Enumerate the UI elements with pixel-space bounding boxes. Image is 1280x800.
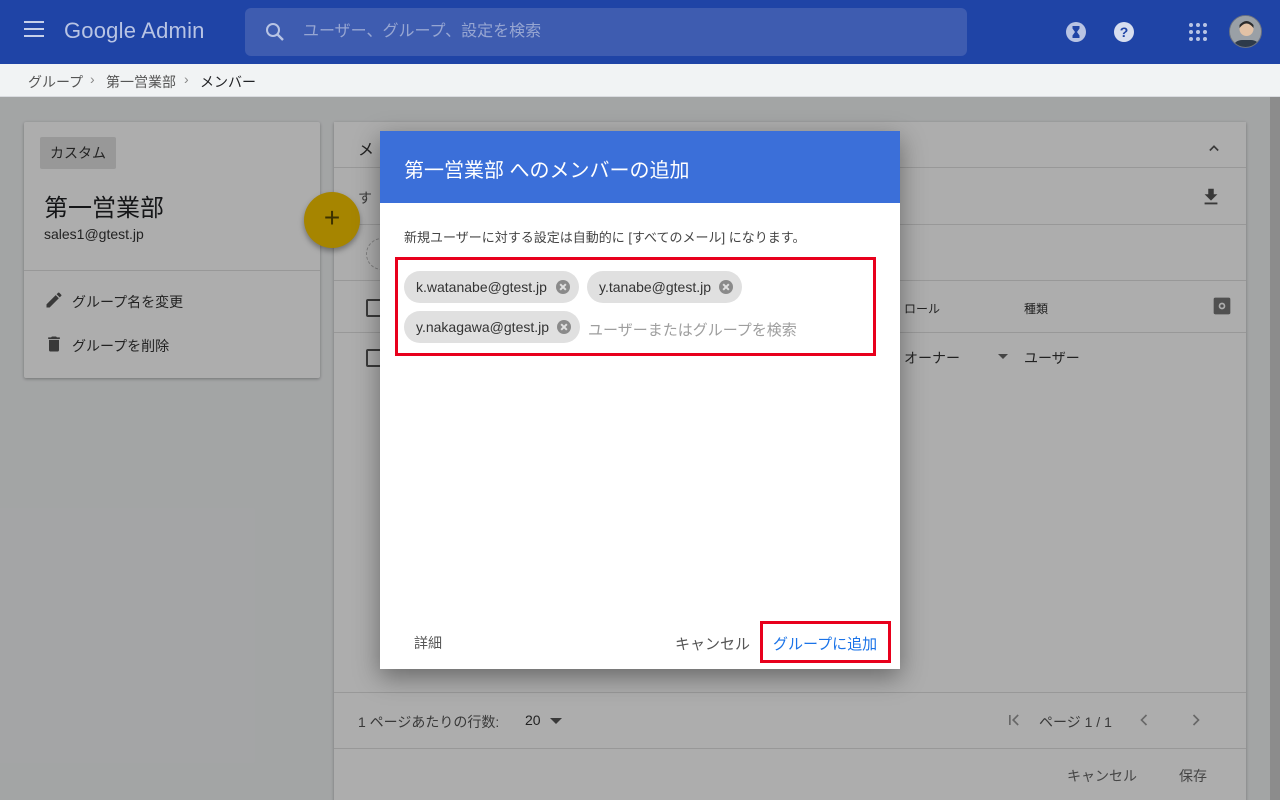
member-chip[interactable]: y.nakagawa@gtest.jp bbox=[404, 311, 580, 343]
breadcrumb-group[interactable]: 第一営業部 bbox=[106, 72, 176, 92]
cancel-button[interactable]: キャンセル bbox=[675, 633, 750, 654]
breadcrumb-members: メンバー bbox=[200, 74, 256, 90]
user-avatar[interactable] bbox=[1229, 15, 1262, 48]
search-input[interactable] bbox=[303, 8, 943, 56]
hamburger-menu-icon[interactable] bbox=[24, 21, 46, 43]
remove-chip-icon[interactable] bbox=[719, 280, 733, 294]
breadcrumb-separator: › bbox=[184, 71, 189, 87]
dialog-header: 第一営業部 へのメンバーの追加 bbox=[380, 131, 900, 203]
remove-chip-icon[interactable] bbox=[556, 280, 570, 294]
search-bar[interactable] bbox=[245, 8, 967, 56]
breadcrumb-groups[interactable]: グループ bbox=[28, 72, 83, 92]
top-app-bar: Google Admin ? bbox=[0, 0, 1280, 64]
help-icon[interactable]: ? bbox=[1112, 20, 1136, 44]
add-members-dialog: 第一営業部 へのメンバーの追加 新規ユーザーに対する設定は自動的に [すべてのメ… bbox=[380, 131, 900, 669]
dialog-description: 新規ユーザーに対する設定は自動的に [すべてのメール] になります。 bbox=[404, 230, 806, 245]
member-chip-label: y.nakagawa@gtest.jp bbox=[416, 319, 550, 335]
app-brand[interactable]: Google Admin bbox=[64, 18, 205, 44]
svg-text:?: ? bbox=[1120, 24, 1129, 40]
breadcrumb: グループ › 第一営業部 › メンバー bbox=[0, 64, 1280, 97]
member-chip[interactable]: k.watanabe@gtest.jp bbox=[404, 271, 579, 303]
add-to-group-button[interactable]: グループに追加 bbox=[773, 633, 877, 654]
member-search-input[interactable] bbox=[588, 318, 848, 342]
dialog-title: 第一営業部 へのメンバーの追加 bbox=[404, 160, 690, 182]
remove-chip-icon[interactable] bbox=[557, 320, 571, 334]
breadcrumb-separator: › bbox=[90, 71, 95, 87]
member-chip-label: k.watanabe@gtest.jp bbox=[416, 279, 547, 295]
scrollbar[interactable] bbox=[1270, 97, 1280, 800]
hourglass-icon[interactable] bbox=[1064, 20, 1088, 44]
apps-grid-icon[interactable] bbox=[1186, 20, 1210, 44]
search-icon bbox=[266, 23, 284, 41]
member-chip[interactable]: y.tanabe@gtest.jp bbox=[587, 271, 742, 303]
details-button[interactable]: 詳細 bbox=[414, 633, 442, 653]
member-chip-label: y.tanabe@gtest.jp bbox=[599, 279, 712, 295]
